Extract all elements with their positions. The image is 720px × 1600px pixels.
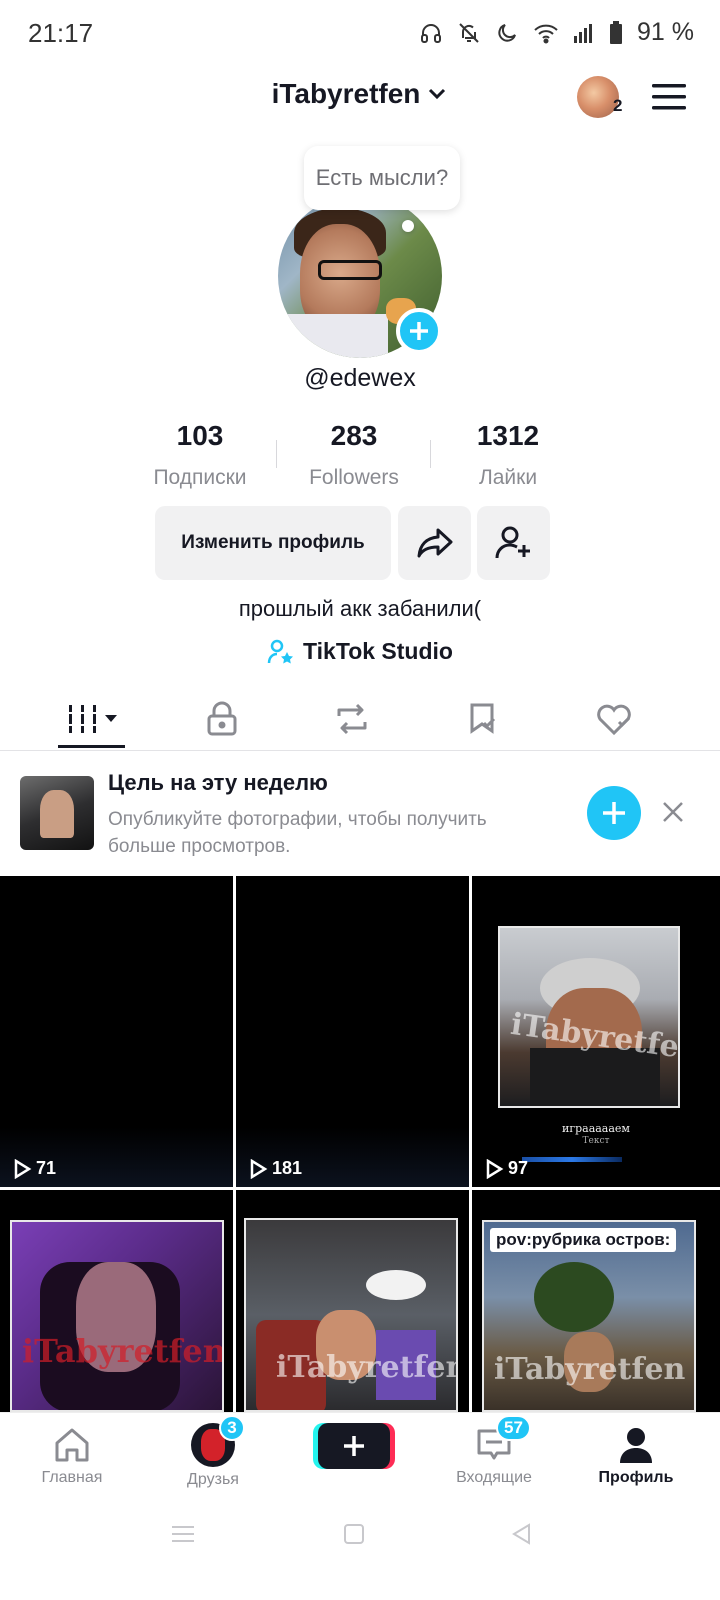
stat-following[interactable]: 103 Подписки	[120, 420, 280, 490]
moon-icon	[498, 23, 516, 42]
stat-value: 1312	[476, 420, 540, 451]
chevron-down-icon	[429, 88, 446, 100]
video-caption: играааааем	[562, 1122, 630, 1135]
battery-icon	[610, 20, 623, 44]
system-nav-bar	[0, 1506, 720, 1600]
profile-icon	[620, 1428, 652, 1463]
video-overlay-text: iTabyretfen	[276, 1350, 458, 1385]
lock-icon	[207, 701, 237, 736]
close-icon[interactable]	[660, 799, 686, 830]
stat-followers[interactable]: 283 Followers	[274, 420, 434, 490]
video-thumbnail[interactable]: 71	[0, 876, 233, 1187]
menu-icon[interactable]	[652, 84, 686, 115]
headphones-icon	[421, 23, 442, 43]
plus-icon	[410, 322, 428, 340]
share-profile-button[interactable]	[398, 506, 471, 580]
nav-home-label: Главная	[41, 1469, 103, 1486]
video-thumbnail[interactable]: iTabyretfen	[236, 1190, 469, 1412]
add-story-button[interactable]	[396, 308, 442, 354]
wifi-icon	[534, 24, 558, 43]
share-icon	[417, 528, 452, 558]
add-friend-button[interactable]	[477, 506, 550, 580]
liked-icon	[597, 704, 631, 736]
video-caption: pov:рубрика остров:	[490, 1228, 677, 1252]
tab-saved[interactable]	[412, 694, 556, 744]
create-button[interactable]	[318, 1423, 390, 1469]
thought-bubble[interactable]: Есть мысли?	[304, 146, 460, 210]
stat-likes[interactable]: 1312 Лайки	[428, 420, 588, 490]
goal-title: Цель на эту неделю	[108, 770, 328, 795]
studio-person-icon	[267, 639, 294, 663]
nav-friends-label: Друзья	[187, 1471, 239, 1488]
edit-profile-button[interactable]: Изменить профиль	[155, 506, 391, 580]
grid-icon	[67, 705, 117, 733]
tab-divider	[0, 750, 720, 751]
goal-thumbnail	[20, 776, 94, 850]
inbox-badge: 57	[496, 1415, 531, 1441]
signal-icon	[574, 23, 593, 43]
stat-value: 283	[330, 420, 378, 451]
stat-label: Подписки	[153, 466, 247, 489]
recents-icon[interactable]	[172, 1524, 194, 1544]
video-overlay-text: iTabyretfen	[22, 1332, 224, 1370]
studio-label: TikTok Studio	[303, 638, 453, 664]
video-thumbnail[interactable]: iTabyretfen	[0, 1190, 233, 1412]
goal-description: Опубликуйте фотографии, чтобы получить б…	[108, 809, 487, 857]
video-thumbnail[interactable]: 181	[236, 876, 469, 1187]
play-icon	[14, 1158, 32, 1179]
profile-handle: @edewex	[304, 364, 416, 392]
plus-icon	[344, 1436, 364, 1456]
friends-badge: 3	[219, 1415, 245, 1441]
stat-value: 103	[176, 420, 224, 451]
play-icon	[486, 1158, 504, 1179]
home-button-icon[interactable]	[343, 1523, 365, 1545]
plus-icon	[603, 802, 625, 824]
video-overlay-text: iTabyretfen	[494, 1352, 686, 1387]
nav-inbox[interactable]: Входящие 57	[422, 1413, 566, 1507]
battery-text: 91 %	[637, 18, 694, 46]
profile-bio: прошлый акк забанили(	[238, 596, 482, 621]
goal-add-button[interactable]	[587, 786, 641, 840]
nav-profile[interactable]: Профиль	[564, 1413, 708, 1507]
view-count: 71	[12, 1158, 56, 1179]
status-icons: 91 %	[419, 18, 694, 47]
saved-icon	[470, 703, 496, 734]
nav-home[interactable]: Главная	[0, 1413, 144, 1507]
video-thumbnail[interactable]: pov:рубрика остров: iTabyretfen	[472, 1190, 720, 1412]
accounts-count: 2	[613, 96, 623, 115]
active-tab-indicator	[58, 745, 125, 748]
status-time: 21:17	[28, 18, 94, 48]
add-person-icon	[495, 526, 530, 559]
nav-inbox-label: Входящие	[456, 1469, 532, 1486]
bubble-tail	[402, 220, 414, 232]
video-thumbnail[interactable]: iTabyretfen играааааем Текст 97	[472, 876, 720, 1187]
stat-label: Лайки	[478, 466, 538, 489]
view-count: 97	[484, 1158, 528, 1179]
tab-private[interactable]	[150, 694, 294, 744]
tab-reposts[interactable]	[280, 694, 424, 744]
nav-profile-label: Профиль	[598, 1469, 674, 1486]
home-icon	[55, 1428, 89, 1462]
bell-muted-icon	[459, 22, 479, 43]
username: iTabyretfen	[271, 78, 421, 109]
tab-videos[interactable]	[22, 694, 166, 744]
bottom-nav: Главная Друзья 3 Входящие 57 Профиль	[0, 1412, 720, 1506]
view-count: 181	[248, 1158, 302, 1179]
back-icon[interactable]	[510, 1522, 532, 1546]
play-icon	[250, 1158, 268, 1179]
nav-friends[interactable]: Друзья 3	[141, 1413, 285, 1507]
stat-label: Followers	[309, 466, 399, 489]
tab-liked[interactable]	[542, 694, 686, 744]
tiktok-studio-link[interactable]: TikTok Studio	[0, 638, 720, 665]
repost-icon	[337, 703, 367, 735]
video-subtext: Текст	[582, 1136, 610, 1146]
